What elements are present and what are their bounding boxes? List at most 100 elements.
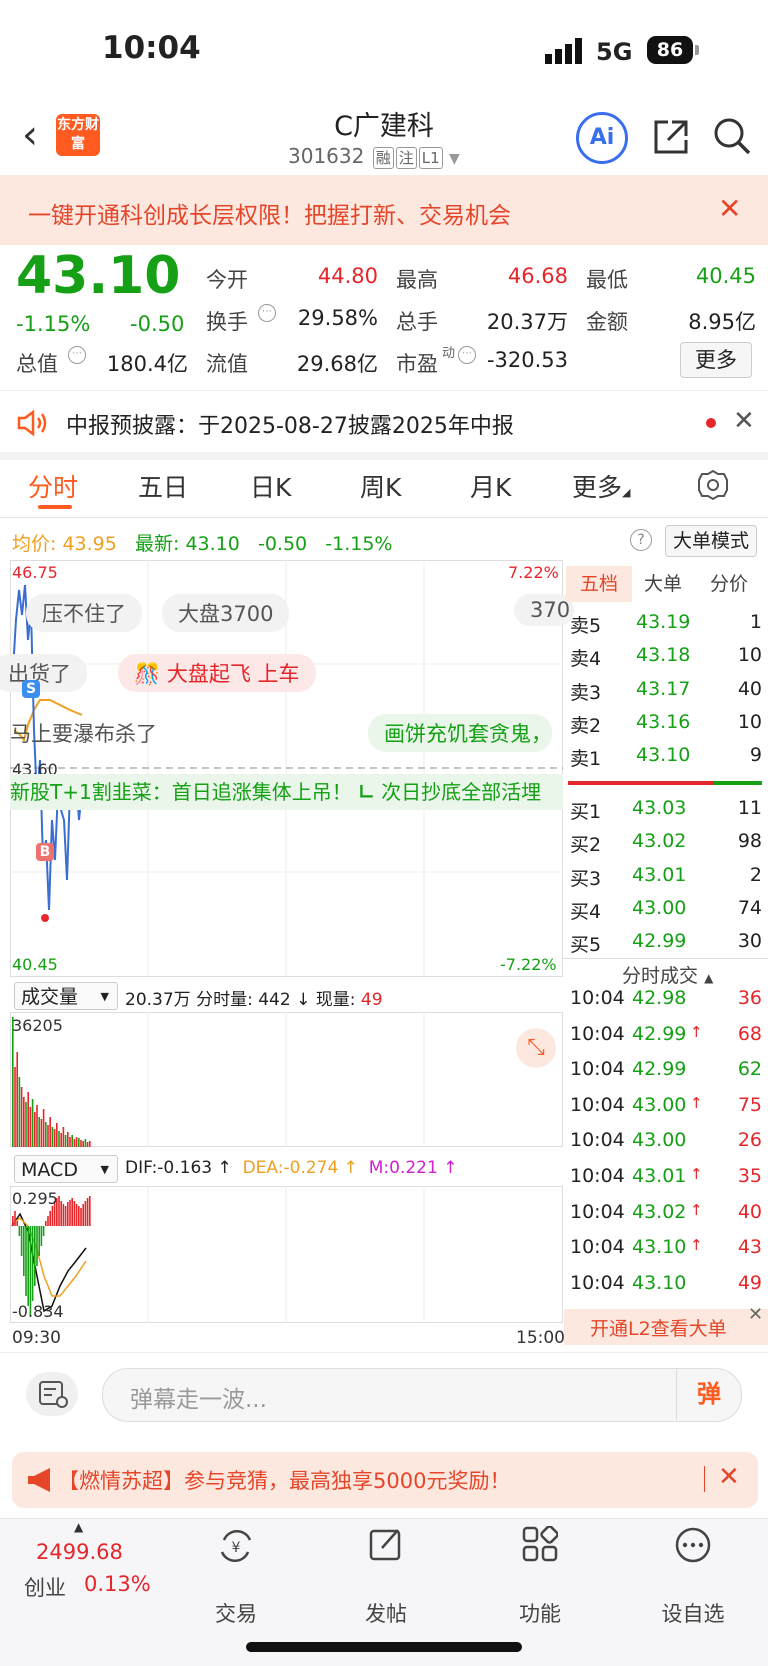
volume-bar bbox=[42, 1109, 45, 1147]
ask-row-2: 卖2 43.16 10 bbox=[570, 711, 762, 737]
tick-volume: 68 bbox=[737, 1022, 762, 1045]
danmu-bubble[interactable]: 压不住了 bbox=[26, 594, 142, 632]
orderbook-ratio-bar bbox=[568, 781, 762, 785]
home-indicator bbox=[246, 1642, 522, 1652]
macd-bottom-label: -0.834 bbox=[12, 1302, 64, 1321]
volume-dropdown[interactable]: 成交量 ▼ bbox=[14, 982, 118, 1010]
expand-icon[interactable]: ⤡ bbox=[516, 1028, 556, 1068]
buy-marker[interactable]: B bbox=[36, 843, 54, 861]
tab-monthly-k[interactable]: 月K bbox=[470, 468, 511, 504]
volume-bar bbox=[67, 1132, 69, 1147]
tab-five-day[interactable]: 五日 bbox=[138, 468, 188, 504]
volume-bar bbox=[71, 1135, 73, 1147]
volume-bar bbox=[60, 1133, 62, 1147]
info-icon[interactable]: ⋯ bbox=[258, 304, 276, 322]
ask-row-3: 卖3 43.17 40 bbox=[570, 678, 762, 704]
stock-code-row[interactable]: 301632 融注 L1 ▼ bbox=[288, 144, 460, 169]
nav-post[interactable]: 发帖 bbox=[341, 1598, 431, 1628]
macd-bar bbox=[69, 1200, 71, 1226]
tab-big-orders[interactable]: 大单 bbox=[644, 566, 682, 602]
latest-value: 43.10 bbox=[185, 533, 240, 555]
tag-registration: 注 bbox=[395, 147, 417, 169]
l2-upgrade-text[interactable]: 开通L2查看大单 bbox=[590, 1314, 727, 1341]
macd-bar bbox=[62, 1204, 65, 1226]
macd-top-label: 0.295 bbox=[12, 1189, 58, 1208]
bid-row-1: 买1 43.03 11 bbox=[570, 797, 762, 823]
amount-value: 8.95亿 bbox=[688, 310, 756, 334]
open-label: 今开 bbox=[206, 268, 248, 292]
volume-bar bbox=[25, 1102, 27, 1147]
bid-row-2: 买2 43.02 98 bbox=[570, 830, 762, 856]
danmu-bubble-banner[interactable]: 新股T+1割韭菜：首日追涨集体上吊！ ∟ 次日抄底全部活埋 bbox=[10, 774, 563, 810]
tab-five-levels[interactable]: 五档 bbox=[566, 566, 632, 602]
volume-bar bbox=[27, 1092, 29, 1147]
volume-bar bbox=[89, 1141, 91, 1147]
sell-marker[interactable]: S bbox=[22, 680, 40, 698]
info-icon[interactable]: ⋯ bbox=[68, 346, 86, 364]
promo-close-icon[interactable]: ✕ bbox=[718, 192, 741, 225]
macd-bar bbox=[86, 1198, 89, 1226]
ad-close-icon[interactable]: ✕ bbox=[718, 1462, 740, 1492]
post-edit-icon[interactable] bbox=[368, 1526, 404, 1562]
notice-text[interactable]: 中报预披露：于2025-08-27披露2025年中报 bbox=[66, 408, 514, 440]
big-order-mode-button[interactable]: 大单模式 bbox=[665, 525, 757, 557]
comment-list-icon[interactable] bbox=[26, 1372, 78, 1416]
macd-bar bbox=[23, 1226, 25, 1276]
search-icon[interactable] bbox=[712, 116, 752, 156]
ai-button[interactable]: Ai bbox=[576, 112, 628, 164]
turnover-label: 换手 bbox=[206, 310, 248, 334]
tick-arrow: ↑ bbox=[690, 1236, 703, 1255]
macd-bar bbox=[38, 1226, 40, 1256]
danmu-bubble[interactable]: 画饼充饥套贪鬼， bbox=[368, 714, 552, 752]
promo-text[interactable]: 一键开通科创成长层权限！把握打新、交易机会 bbox=[28, 196, 511, 230]
volume-bar bbox=[69, 1137, 71, 1147]
latest-percent: -1.15% bbox=[325, 533, 393, 555]
ask-row-5: 卖5 43.19 1 bbox=[570, 611, 762, 637]
macd-bar bbox=[73, 1201, 76, 1226]
tab-weekly-k[interactable]: 周K bbox=[360, 468, 401, 504]
tick-row: 10:04 42.99 62 bbox=[568, 1058, 762, 1092]
l2-close-icon[interactable]: ✕ bbox=[748, 1304, 763, 1325]
stock-code: 301632 bbox=[288, 144, 365, 168]
dropdown-arrow-icon: ▼ bbox=[449, 151, 460, 167]
macd-bar bbox=[89, 1196, 91, 1226]
index-name[interactable]: 创业 bbox=[24, 1572, 66, 1602]
danmu-send-button[interactable]: 弹 bbox=[676, 1368, 741, 1420]
ad-text[interactable]: 【燃情苏超】参与竞猜，最高独享5000元奖励！ bbox=[58, 1465, 510, 1495]
index-value[interactable]: 2499.68 bbox=[36, 1540, 123, 1564]
more-dots-icon[interactable] bbox=[674, 1526, 712, 1564]
macd-dropdown[interactable]: MACD ▼ bbox=[14, 1155, 118, 1183]
grid-icon[interactable] bbox=[522, 1526, 558, 1562]
macd-bar bbox=[12, 1216, 14, 1226]
tick-row: 10:04 43.10 ↑ 43 bbox=[568, 1236, 762, 1270]
danmu-bubble-highlight[interactable]: 🎊 大盘起飞 上车 bbox=[118, 654, 316, 692]
nav-trade[interactable]: 交易 bbox=[191, 1598, 281, 1628]
tick-time: 10:04 bbox=[570, 1271, 625, 1294]
tab-intraday[interactable]: 分时 bbox=[28, 468, 78, 504]
low-value: 40.45 bbox=[695, 264, 756, 288]
status-time: 10:04 bbox=[102, 30, 201, 66]
trade-icon[interactable]: ¥ bbox=[216, 1526, 256, 1566]
notice-close-icon[interactable]: ✕ bbox=[733, 406, 755, 436]
pe-label: 市盈 bbox=[396, 352, 438, 376]
danmu-bubble[interactable]: 大盘3700 bbox=[162, 594, 290, 632]
tab-daily-k[interactable]: 日K bbox=[250, 468, 291, 504]
tab-price-dist[interactable]: 分价 bbox=[710, 566, 748, 602]
tick-price: 42.99 bbox=[632, 1058, 687, 1081]
nav-watchlist[interactable]: 设自选 bbox=[648, 1598, 738, 1628]
tab-more[interactable]: 更多◢ bbox=[572, 468, 630, 504]
ticks-title[interactable]: 分时成交 ▲ bbox=[622, 961, 713, 988]
more-button[interactable]: 更多 bbox=[680, 342, 752, 378]
settings-gear-icon[interactable] bbox=[696, 468, 730, 502]
volume-bar bbox=[86, 1142, 89, 1147]
danmu-bubble[interactable]: 出货了 bbox=[0, 654, 87, 692]
help-icon[interactable]: ? bbox=[630, 529, 652, 551]
danmu-bubble[interactable]: 马上要瀑布杀了 bbox=[0, 714, 173, 752]
nav-functions[interactable]: 功能 bbox=[495, 1598, 585, 1628]
macd-bar bbox=[20, 1226, 23, 1256]
chevron-up-icon[interactable]: ▲ bbox=[74, 1520, 83, 1534]
share-icon[interactable] bbox=[652, 118, 690, 156]
mktcap-label: 总值 bbox=[16, 352, 58, 376]
index-pct[interactable]: 0.13% bbox=[84, 1572, 151, 1596]
volume-bar bbox=[62, 1127, 65, 1147]
